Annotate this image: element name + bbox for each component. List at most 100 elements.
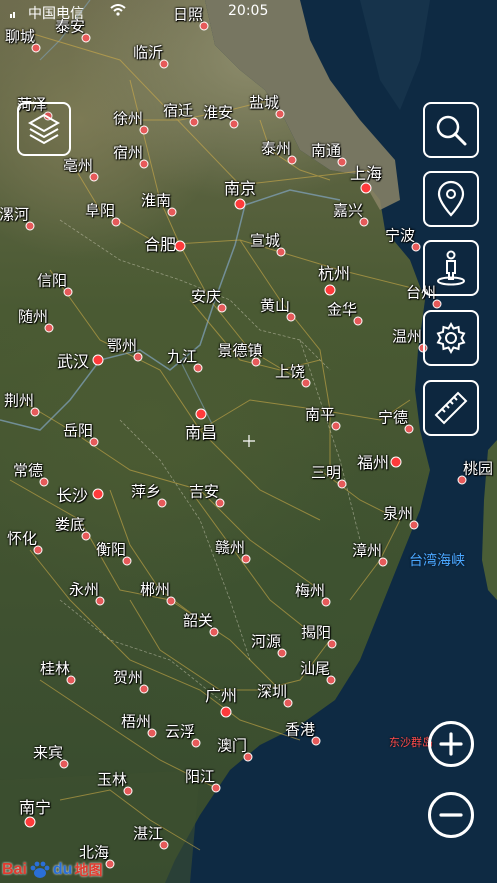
city-label-huainan[interactable]: 淮南 [141, 190, 171, 211]
city-marker-jian[interactable] [215, 498, 225, 508]
city-marker-taoyuan[interactable] [457, 475, 467, 485]
city-marker-linyi[interactable] [159, 59, 169, 69]
city-marker-macau[interactable] [243, 752, 253, 762]
city-marker-yueyang[interactable] [89, 437, 99, 447]
city-marker-jiujiang[interactable] [193, 363, 203, 373]
city-label-hezhou[interactable]: 贺州 [113, 667, 143, 688]
city-marker-fuyang[interactable] [111, 217, 121, 227]
city-marker-shanwei[interactable] [326, 675, 336, 685]
city-label-xuzhou[interactable]: 徐州 [113, 108, 143, 129]
city-marker-huaian[interactable] [229, 119, 239, 129]
city-marker-fuzhou[interactable] [390, 456, 402, 468]
city-label-ningbo[interactable]: 宁波 [385, 225, 415, 246]
city-marker-nanping[interactable] [331, 421, 341, 431]
city-label-zhangzhou[interactable]: 漳州 [352, 540, 382, 561]
city-label-suqian[interactable]: 宿迁 [163, 100, 193, 121]
city-marker-loudi[interactable] [81, 531, 91, 541]
city-label-jinhua[interactable]: 金华 [327, 299, 357, 320]
city-marker-nanchang[interactable] [195, 408, 207, 420]
city-marker-meizhou[interactable] [321, 597, 331, 607]
city-label-huaian[interactable]: 淮安 [203, 102, 233, 123]
city-marker-zhanjiang[interactable] [159, 840, 169, 850]
city-label-jingzhou[interactable]: 荆州 [4, 390, 34, 411]
city-marker-changde[interactable] [39, 477, 49, 487]
city-marker-heyuan[interactable] [277, 648, 287, 658]
zoom-in-button[interactable] [428, 721, 474, 767]
city-label-wuzhou[interactable]: 梧州 [121, 711, 151, 732]
city-label-guilin[interactable]: 桂林 [40, 658, 70, 679]
city-label-xuancheng[interactable]: 宣城 [250, 230, 280, 251]
city-marker-nanning[interactable] [24, 816, 36, 828]
city-label-taizhou_js[interactable]: 泰州 [261, 138, 291, 159]
city-label-wuhan[interactable]: 武汉 [57, 348, 89, 372]
city-marker-yunfu[interactable] [191, 738, 201, 748]
city-marker-taizhou_zj[interactable] [432, 299, 442, 309]
city-marker-huangshan[interactable] [286, 312, 296, 322]
city-label-hongkong[interactable]: 香港 [285, 719, 315, 740]
city-marker-laibin[interactable] [59, 759, 69, 769]
city-label-meizhou[interactable]: 梅州 [295, 580, 325, 601]
city-label-guangzhou[interactable]: 广州 [205, 682, 237, 706]
city-marker-nantong[interactable] [337, 157, 347, 167]
city-label-yueyang[interactable]: 岳阳 [63, 420, 93, 441]
city-label-pingxiang[interactable]: 萍乡 [131, 481, 161, 502]
city-label-nanjing[interactable]: 南京 [224, 175, 256, 199]
city-marker-xuzhou[interactable] [139, 125, 149, 135]
zoom-out-button[interactable] [428, 792, 474, 838]
city-marker-jingzhou[interactable] [30, 407, 40, 417]
city-marker-taian[interactable] [81, 33, 91, 43]
city-marker-luohe[interactable] [25, 221, 35, 231]
city-label-ningde[interactable]: 宁德 [378, 407, 408, 428]
city-label-hefei[interactable]: 合肥 [144, 231, 176, 255]
city-label-ezhou[interactable]: 鄂州 [107, 335, 137, 356]
city-label-jiujiang[interactable]: 九江 [167, 346, 197, 367]
city-marker-suqian[interactable] [189, 117, 199, 127]
city-marker-jingdezhen[interactable] [251, 357, 261, 367]
city-label-huaihua[interactable]: 怀化 [7, 528, 37, 549]
city-marker-chenzhou[interactable] [166, 596, 176, 606]
city-marker-huainan[interactable] [167, 207, 177, 217]
city-marker-yulin[interactable] [123, 786, 133, 796]
city-label-huangshan[interactable]: 黄山 [260, 295, 290, 316]
city-marker-ningbo[interactable] [411, 242, 421, 252]
city-marker-changsha[interactable] [92, 488, 104, 500]
city-marker-wuhan[interactable] [92, 354, 104, 366]
city-label-macau[interactable]: 澳门 [217, 735, 247, 756]
city-label-fuyang[interactable]: 阜阳 [85, 200, 115, 221]
street-view-button[interactable] [423, 240, 479, 296]
city-label-luohe[interactable]: 漯河 [0, 204, 29, 225]
city-label-shangrao[interactable]: 上饶 [275, 361, 305, 382]
ruler-button[interactable] [423, 380, 479, 436]
city-label-laibin[interactable]: 来宾 [33, 742, 63, 763]
city-marker-shangrao[interactable] [301, 378, 311, 388]
city-label-sanming[interactable]: 三明 [311, 462, 341, 483]
city-label-yulin[interactable]: 玉林 [97, 769, 127, 790]
city-marker-xuancheng[interactable] [276, 247, 286, 257]
city-marker-bozhou[interactable] [89, 172, 99, 182]
island-label-dongsha[interactable]: 东沙群岛 [389, 734, 433, 750]
city-marker-huaihua[interactable] [33, 545, 43, 555]
city-marker-taizhou_js[interactable] [287, 155, 297, 165]
city-label-shaoguan[interactable]: 韶关 [183, 610, 213, 631]
city-marker-hongkong[interactable] [311, 736, 321, 746]
city-label-shanghai[interactable]: 上海 [350, 160, 382, 184]
city-marker-hengyang[interactable] [122, 556, 132, 566]
city-label-jian[interactable]: 吉安 [189, 481, 219, 502]
city-marker-suzhou_ah[interactable] [139, 159, 149, 169]
city-label-chenzhou[interactable]: 郴州 [140, 579, 170, 600]
city-label-bozhou[interactable]: 亳州 [63, 155, 93, 176]
city-marker-suizhou[interactable] [44, 323, 54, 333]
settings-button[interactable] [423, 310, 479, 366]
city-label-nanning[interactable]: 南宁 [19, 794, 51, 818]
city-marker-ganzhou[interactable] [241, 554, 251, 564]
city-label-shanwei[interactable]: 汕尾 [300, 658, 330, 679]
city-label-yongzhou[interactable]: 永州 [69, 579, 99, 600]
city-label-linyi[interactable]: 临沂 [133, 42, 163, 63]
city-marker-ningde[interactable] [404, 424, 414, 434]
city-label-taoyuan[interactable]: 桃园 [463, 458, 493, 479]
city-label-wenzhou[interactable]: 温州 [392, 326, 422, 347]
city-label-yancheng[interactable]: 盐城 [249, 92, 279, 113]
city-label-suizhou[interactable]: 随州 [18, 306, 48, 327]
sea-label-taiwan_strait[interactable]: 台湾海峡 [409, 550, 465, 570]
city-label-quanzhou[interactable]: 泉州 [383, 503, 413, 524]
